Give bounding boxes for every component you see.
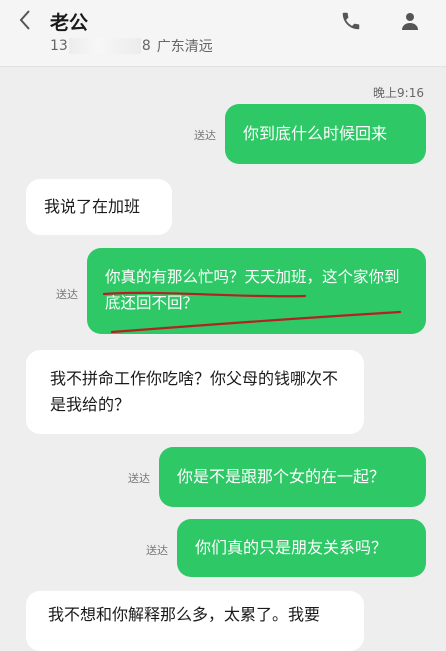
conversation-header: 老公 13 8 广东清远 xyxy=(0,0,446,67)
handwritten-underline-annotation xyxy=(102,291,402,334)
call-button[interactable] xyxy=(340,10,362,32)
received-message-bubble[interactable]: 我不拼命工作你吃啥？你父母的钱哪次不是我给的？ xyxy=(26,350,364,434)
received-message-bubble[interactable]: 我不想和你解释那么多，太累了。我要 xyxy=(26,591,364,651)
received-message-bubble[interactable]: 我说了在加班 xyxy=(26,179,172,235)
number-suffix: 8 xyxy=(141,38,151,54)
number-mask xyxy=(68,38,141,54)
back-button[interactable] xyxy=(14,7,36,33)
contact-button[interactable] xyxy=(398,9,422,33)
delivery-status: 送达 xyxy=(128,472,150,485)
phone-icon xyxy=(342,12,360,30)
contact-number: 13 8 广东清远 xyxy=(50,36,213,56)
sent-message-bubble[interactable]: 你们真的只是朋友关系吗？ xyxy=(177,519,426,577)
number-prefix: 13 xyxy=(50,38,68,54)
chevron-left-icon xyxy=(19,10,30,30)
delivery-status: 送达 xyxy=(146,544,168,557)
contact-name: 老公 xyxy=(50,12,89,34)
number-location: 广东清远 xyxy=(156,39,213,55)
delivery-status: 送达 xyxy=(194,129,216,142)
message-timestamp: 晚上9:16 xyxy=(373,86,424,100)
sent-message-bubble[interactable]: 你是不是跟那个女的在一起？ xyxy=(159,447,426,507)
sent-message-bubble[interactable]: 你到底什么时候回来 xyxy=(225,104,426,164)
person-icon xyxy=(402,13,418,30)
delivery-status: 送达 xyxy=(56,288,78,301)
